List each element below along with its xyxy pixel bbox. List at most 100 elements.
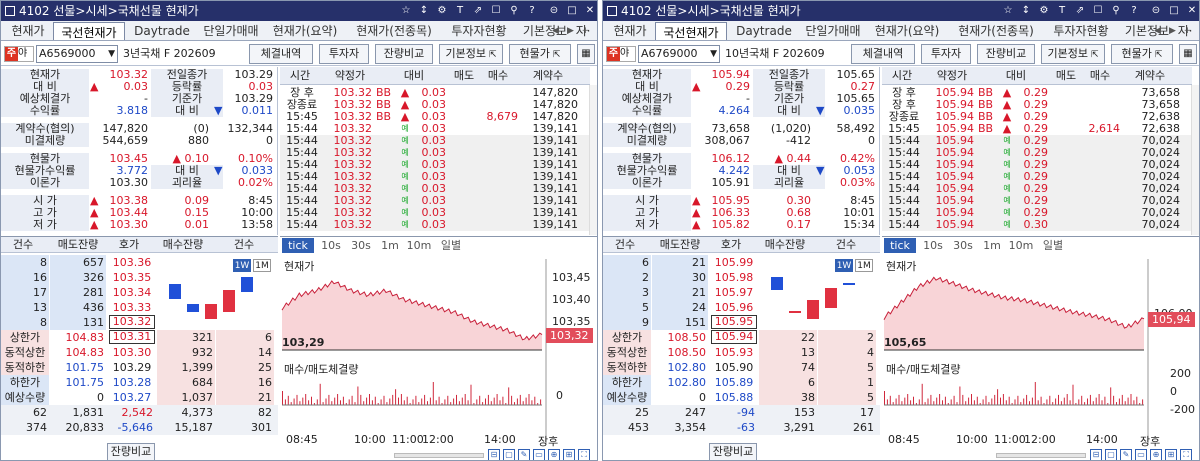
chart-tab-1m[interactable]: 1m — [980, 238, 1004, 253]
tab-5[interactable]: 현재가(전종목) — [951, 21, 1041, 40]
tab-next-icon[interactable]: ▶ — [1166, 24, 1179, 38]
bid-row[interactable]: 103.27 1,037 21 — [1, 390, 278, 405]
btn-1[interactable]: 투자자 — [921, 44, 971, 64]
tab-4[interactable]: 현재가(요약) — [263, 21, 347, 40]
chart-scrollbar[interactable] — [996, 453, 1086, 458]
period-btn-1M[interactable]: 1M — [855, 259, 873, 272]
share-icon[interactable]: ⇗ — [471, 3, 485, 19]
btn-3[interactable]: 기본정보 ⇱ — [1041, 44, 1105, 64]
fit-icon[interactable]: ⊞ — [1165, 449, 1177, 460]
close-icon[interactable]: ✕ — [583, 3, 597, 19]
layout-icon[interactable]: ☐ — [489, 3, 503, 19]
code-input[interactable]: A6569000 ▼ — [36, 45, 118, 63]
chart-tab-1m[interactable]: 1m — [378, 238, 402, 253]
bid-row[interactable]: 105.89 6 1 — [603, 375, 880, 390]
bid-row[interactable]: 105.93 13 4 — [603, 345, 880, 360]
chevron-down-icon[interactable]: ▼ — [108, 46, 115, 62]
chevron-down-icon[interactable]: ▼ — [710, 46, 717, 62]
layout-icon[interactable]: ☐ — [1091, 3, 1105, 19]
tick-row[interactable]: 15:44 105.94 예 0.30 70,024 — [882, 219, 1192, 231]
link-icon[interactable]: ↕ — [1019, 3, 1033, 19]
tab-5[interactable]: 현재가(전종목) — [349, 21, 439, 40]
tab-0[interactable]: 현재가 — [607, 21, 653, 40]
chart-tab-10m[interactable]: 10m — [1008, 238, 1034, 253]
tab-2[interactable]: Daytrade — [729, 21, 799, 40]
draw-icon[interactable]: ✎ — [1120, 449, 1132, 460]
tab-4[interactable]: 현재가(요약) — [865, 21, 949, 40]
tab-add-icon[interactable]: + — [579, 24, 592, 38]
bid-row[interactable]: 105.90 74 5 — [603, 360, 880, 375]
fit-icon[interactable]: ⊞ — [563, 449, 575, 460]
btn-3[interactable]: 기본정보 ⇱ — [439, 44, 503, 64]
settings-icon[interactable]: ⚙ — [1037, 3, 1051, 19]
zoom-out-icon[interactable]: ⊟ — [488, 449, 500, 460]
minimize-icon[interactable]: ⊝ — [1149, 3, 1163, 19]
grid-menu-icon[interactable]: ▦ — [1179, 44, 1197, 64]
tab-6[interactable]: 투자자현황 — [441, 21, 517, 40]
chart-tab-일별[interactable]: 일별 — [1038, 238, 1068, 253]
btn-4[interactable]: 현물가 ⇱ — [1111, 44, 1173, 64]
tab-prev-icon[interactable]: ◀ — [549, 24, 562, 38]
compare-remain-button[interactable]: 잔량비교 — [709, 443, 757, 460]
close-icon[interactable]: ✕ — [1185, 3, 1199, 19]
tab-1[interactable]: 국선현재가 — [53, 22, 125, 40]
text-icon[interactable]: T — [1055, 3, 1069, 19]
btn-2[interactable]: 잔량비교 — [375, 44, 433, 64]
bid-row[interactable]: 103.28 684 16 — [1, 375, 278, 390]
btn-0[interactable]: 체결내역 — [851, 44, 915, 64]
code-input[interactable]: A6769000 ▼ — [638, 45, 720, 63]
favorite-icon[interactable]: ☆ — [1001, 3, 1015, 19]
btn-2[interactable]: 잔량비교 — [977, 44, 1035, 64]
settings-icon[interactable]: ⚙ — [435, 3, 449, 19]
window-icon[interactable]: ▭ — [1135, 449, 1147, 460]
help-icon[interactable]: ? — [525, 3, 539, 19]
btn-0[interactable]: 체결내역 — [249, 44, 313, 64]
link-icon[interactable]: ↕ — [417, 3, 431, 19]
fullscreen-icon[interactable]: ⛶ — [578, 449, 590, 460]
chart-tab-tick[interactable]: tick — [884, 238, 916, 253]
minimize-icon[interactable]: ⊝ — [547, 3, 561, 19]
chart-tab-10m[interactable]: 10m — [406, 238, 432, 253]
fullscreen-icon[interactable]: ⛶ — [1180, 449, 1192, 460]
tab-2[interactable]: Daytrade — [127, 21, 197, 40]
zoom-in-icon[interactable]: ⊕ — [1150, 449, 1162, 460]
draw-icon[interactable]: ✎ — [518, 449, 530, 460]
period-btn-1W[interactable]: 1W — [835, 259, 853, 272]
zoom-out-icon[interactable]: ⊟ — [1090, 449, 1102, 460]
market-badge[interactable]: 주야 — [4, 46, 34, 62]
tick-scrollbar[interactable] — [1191, 85, 1199, 235]
market-badge[interactable]: 주야 — [606, 46, 636, 62]
chat-icon[interactable]: ▢ — [503, 449, 515, 460]
tab-prev-icon[interactable]: ◀ — [1151, 24, 1164, 38]
help-icon[interactable]: ? — [1127, 3, 1141, 19]
chart-tab-10s[interactable]: 10s — [318, 238, 344, 253]
bid-row[interactable]: 105.88 38 5 — [603, 390, 880, 405]
btn-4[interactable]: 현물가 ⇱ — [509, 44, 571, 64]
bid-row[interactable]: 103.30 932 14 — [1, 345, 278, 360]
tab-next-icon[interactable]: ▶ — [564, 24, 577, 38]
bid-row[interactable]: 103.31 321 6 — [1, 330, 278, 345]
period-btn-1M[interactable]: 1M — [253, 259, 271, 272]
tick-row[interactable]: 15:44 103.32 예 0.03 139,141 — [280, 219, 590, 231]
period-btn-1W[interactable]: 1W — [233, 259, 251, 272]
maximize-icon[interactable]: □ — [565, 3, 579, 19]
btn-1[interactable]: 투자자 — [319, 44, 369, 64]
tab-6[interactable]: 투자자현황 — [1043, 21, 1119, 40]
zoom-in-icon[interactable]: ⊕ — [548, 449, 560, 460]
compare-remain-button[interactable]: 잔량비교 — [107, 443, 155, 460]
tab-3[interactable]: 단일가매매 — [199, 21, 263, 40]
tab-0[interactable]: 현재가 — [5, 21, 51, 40]
chart-tab-30s[interactable]: 30s — [348, 238, 374, 253]
bid-row[interactable]: 103.29 1,399 25 — [1, 360, 278, 375]
window-icon[interactable]: ▭ — [533, 449, 545, 460]
chart-scrollbar[interactable] — [394, 453, 484, 458]
maximize-icon[interactable]: □ — [1167, 3, 1181, 19]
chart-tab-일별[interactable]: 일별 — [436, 238, 466, 253]
bid-row[interactable]: 105.94 22 2 — [603, 330, 880, 345]
chat-icon[interactable]: ▢ — [1105, 449, 1117, 460]
text-icon[interactable]: T — [453, 3, 467, 19]
chart-tab-10s[interactable]: 10s — [920, 238, 946, 253]
tab-add-icon[interactable]: + — [1181, 24, 1194, 38]
tick-scrollbar[interactable] — [589, 85, 597, 235]
favorite-icon[interactable]: ☆ — [399, 3, 413, 19]
